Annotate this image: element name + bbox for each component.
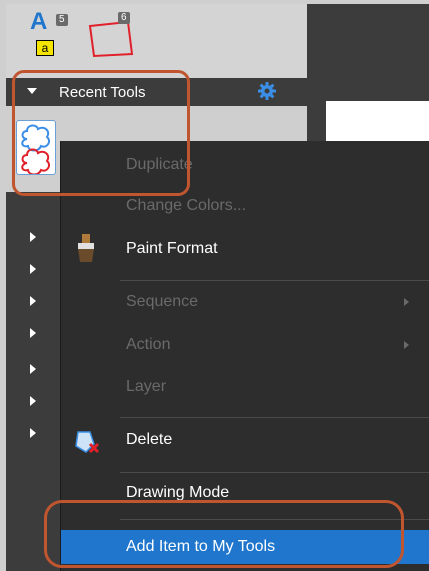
text-tool-letter: A xyxy=(30,8,48,35)
menu-item-action[interactable]: Action xyxy=(126,336,170,354)
menu-separator xyxy=(120,280,429,281)
expand-arrow-icon[interactable] xyxy=(30,232,36,242)
text-tool-badge: 5 xyxy=(56,14,68,26)
expand-arrow-icon[interactable] xyxy=(30,328,36,338)
menu-item-layer[interactable]: Layer xyxy=(126,378,166,396)
expand-arrow-icon[interactable] xyxy=(30,264,36,274)
menu-separator xyxy=(120,472,429,473)
menu-item-paint-format[interactable]: Paint Format xyxy=(126,240,218,258)
text-tool-icon[interactable]: A 5 a xyxy=(30,8,70,60)
menu-item-delete[interactable]: Delete xyxy=(126,431,172,449)
menu-item-sequence[interactable]: Sequence xyxy=(126,293,198,311)
expand-arrow-icon[interactable] xyxy=(30,396,36,406)
menu-separator xyxy=(120,417,429,418)
canvas-preview[interactable] xyxy=(326,101,429,141)
delete-icon xyxy=(72,424,100,456)
submenu-arrow-icon xyxy=(404,298,409,306)
shape-tool-badge: 6 xyxy=(118,12,130,24)
submenu-arrow-icon xyxy=(404,341,409,349)
paintbrush-icon xyxy=(74,234,98,264)
annotation-outline-add-item xyxy=(44,500,404,568)
gear-icon[interactable] xyxy=(257,81,277,101)
text-tool-sub-label: a xyxy=(36,40,54,56)
menu-item-change-colors[interactable]: Change Colors... xyxy=(126,197,246,215)
expand-arrow-icon[interactable] xyxy=(30,296,36,306)
shape-tool-icon[interactable]: 6 xyxy=(84,12,134,58)
annotation-outline-recent-tools xyxy=(12,70,190,196)
expand-arrow-icon[interactable] xyxy=(30,364,36,374)
expand-arrow-icon[interactable] xyxy=(30,428,36,438)
